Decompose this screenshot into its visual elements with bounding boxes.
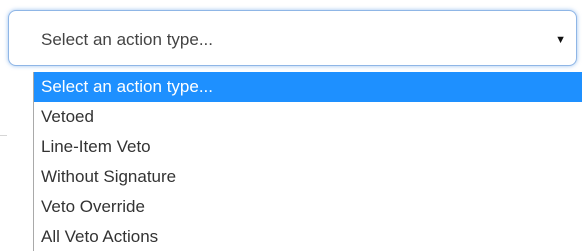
option-vetoed[interactable]: Vetoed: [34, 102, 582, 132]
option-veto-override[interactable]: Veto Override: [34, 192, 582, 222]
selected-value-label: Select an action type...: [41, 30, 213, 49]
action-type-options-list: Select an action type... Vetoed Line-Ite…: [33, 72, 582, 251]
option-line-item-veto[interactable]: Line-Item Veto: [34, 132, 582, 162]
option-all-veto-actions[interactable]: All Veto Actions: [34, 222, 582, 251]
background-divider: [0, 135, 7, 136]
option-select-action-type[interactable]: Select an action type...: [34, 72, 582, 102]
option-without-signature[interactable]: Without Signature: [34, 162, 582, 192]
action-type-select[interactable]: Select an action type... ▼: [8, 10, 577, 66]
action-type-picker: Select an action type... ▼ Select an act…: [0, 0, 582, 251]
background-panel-edge: [0, 96, 7, 251]
triangle-down-icon[interactable]: ▼: [555, 30, 566, 50]
